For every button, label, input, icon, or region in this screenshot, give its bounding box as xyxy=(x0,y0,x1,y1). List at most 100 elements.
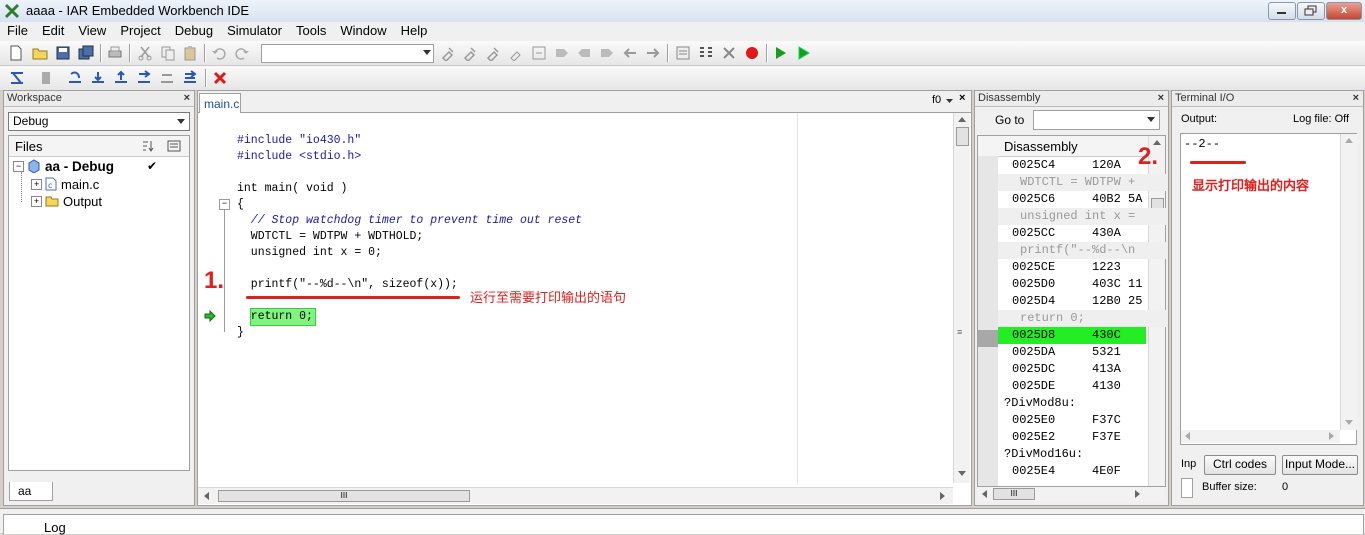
menu-window[interactable]: Window xyxy=(333,22,393,38)
minimize-button[interactable] xyxy=(1268,2,1296,20)
next-statement-icon[interactable] xyxy=(136,70,152,86)
tab-main-c[interactable]: main.c xyxy=(199,93,241,113)
disassembly-source-line[interactable]: unsigned int x = xyxy=(998,208,1168,225)
options-icon[interactable] xyxy=(167,139,181,153)
expand-icon[interactable]: + xyxy=(31,196,42,207)
disassembly-horizontal-scrollbar[interactable]: III xyxy=(977,487,1164,501)
disassembly-code-line[interactable]: 0025DE 4130 xyxy=(998,378,1146,395)
disassembly-code-line[interactable]: 0025D0 403C 11 xyxy=(998,276,1146,293)
stop-debugging-icon[interactable] xyxy=(212,70,228,86)
reset-icon[interactable] xyxy=(9,70,25,86)
fold-collapse-icon[interactable]: − xyxy=(219,199,230,210)
scroll-down-icon[interactable] xyxy=(1345,420,1353,425)
editor-horizontal-scrollbar[interactable]: III xyxy=(198,487,953,504)
workspace-tab-aa[interactable]: aa xyxy=(9,482,53,501)
function-nav-dropdown[interactable]: f0 xyxy=(932,94,941,106)
step-over-icon[interactable] xyxy=(67,70,83,86)
sort-icon[interactable] xyxy=(141,139,155,153)
goto-input[interactable] xyxy=(1033,110,1160,130)
workspace-close-icon[interactable]: × xyxy=(184,91,190,105)
menu-simulator[interactable]: Simulator xyxy=(220,22,289,38)
scroll-down-icon[interactable] xyxy=(958,471,966,476)
disassembly-code-line[interactable]: 0025DA 5321 xyxy=(998,344,1146,361)
find-next-icon[interactable] xyxy=(462,45,478,61)
stop-build-icon[interactable] xyxy=(721,45,737,61)
scroll-right-icon[interactable] xyxy=(1329,432,1334,440)
menu-tools[interactable]: Tools xyxy=(289,22,333,38)
disassembly-code-line[interactable]: 0025C6 40B2 5A xyxy=(998,191,1146,208)
disassembly-code-line[interactable]: 0025DC 413A xyxy=(998,361,1146,378)
find-icon[interactable] xyxy=(440,45,456,61)
save-all-icon[interactable] xyxy=(78,45,94,61)
print-icon[interactable] xyxy=(107,45,123,61)
go-icon[interactable] xyxy=(182,70,198,86)
disassembly-label-line[interactable]: ?DivMod16u: xyxy=(1004,446,1152,463)
goto-icon[interactable] xyxy=(531,45,547,61)
expand-icon[interactable]: + xyxy=(31,179,42,190)
editor-vertical-scrollbar[interactable]: ≡ xyxy=(953,113,970,483)
step-into-icon[interactable] xyxy=(90,70,106,86)
disassembly-current-line[interactable]: 0025D8 430C xyxy=(998,327,1146,344)
new-file-icon[interactable] xyxy=(8,45,24,61)
download-debug-icon[interactable] xyxy=(773,45,789,61)
scroll-up-icon[interactable] xyxy=(1345,138,1353,143)
scroll-left-icon[interactable] xyxy=(204,492,209,500)
step-out-icon[interactable] xyxy=(113,70,129,86)
save-icon[interactable] xyxy=(55,45,71,61)
bookmark-icon[interactable] xyxy=(554,45,570,61)
bookmark-next-icon[interactable] xyxy=(599,45,615,61)
ctrl-codes-button[interactable]: Ctrl codes xyxy=(1204,455,1276,475)
paste-icon[interactable] xyxy=(182,45,198,61)
disassembly-hscroll-thumb[interactable]: III xyxy=(993,488,1035,500)
disassembly-code-line[interactable]: 0025CC 430A xyxy=(998,225,1146,242)
break-icon[interactable] xyxy=(38,70,54,86)
disassembly-close-icon[interactable]: × xyxy=(1158,91,1164,105)
scroll-right-icon[interactable] xyxy=(1135,490,1140,498)
close-button[interactable]: x xyxy=(1326,2,1362,20)
input-mode-button[interactable]: Input Mode... xyxy=(1282,455,1358,475)
input-field[interactable] xyxy=(1181,478,1193,498)
menu-project[interactable]: Project xyxy=(113,22,167,38)
disassembly-source-line[interactable]: return 0; xyxy=(998,310,1168,327)
run-to-cursor-icon[interactable] xyxy=(159,70,175,86)
disassembly-source-line[interactable]: WDTCTL = WDTPW + xyxy=(998,174,1168,191)
restore-button[interactable] xyxy=(1297,2,1325,20)
terminal-vertical-scrollbar[interactable] xyxy=(1340,134,1357,430)
menu-file[interactable]: File xyxy=(0,22,35,38)
terminal-horizontal-scrollbar[interactable] xyxy=(1181,430,1340,443)
disassembly-source-line[interactable]: printf("--%d--\n xyxy=(998,242,1168,259)
disassembly-code-line[interactable]: 0025C4 120A xyxy=(998,157,1146,174)
find-prev-icon[interactable] xyxy=(485,45,501,61)
debug-without-download-icon[interactable] xyxy=(796,45,812,61)
menu-debug[interactable]: Debug xyxy=(168,22,220,38)
menu-help[interactable]: Help xyxy=(394,22,435,38)
nav-forward-icon[interactable] xyxy=(645,45,661,61)
find-combo[interactable] xyxy=(261,44,434,63)
collapse-icon[interactable]: − xyxy=(13,161,24,172)
replace-icon[interactable] xyxy=(508,45,524,61)
tree-item-main-c[interactable]: + c main.c xyxy=(9,176,189,193)
cut-icon[interactable] xyxy=(137,45,153,61)
editor-vscroll-thumb[interactable] xyxy=(956,127,969,146)
undo-icon[interactable] xyxy=(211,45,227,61)
open-folder-icon[interactable] xyxy=(32,45,48,61)
redo-icon[interactable] xyxy=(234,45,250,61)
editor-close-icon[interactable]: × xyxy=(959,92,965,104)
disassembly-code-line[interactable]: 0025E0 F37C xyxy=(998,412,1146,429)
disassembly-code-line[interactable]: 0025E2 F37E xyxy=(998,429,1146,446)
copy-icon[interactable] xyxy=(160,45,176,61)
menu-view[interactable]: View xyxy=(71,22,113,38)
config-select[interactable]: Debug xyxy=(8,112,190,131)
make-icon[interactable] xyxy=(698,45,714,61)
disassembly-code-line[interactable]: 0025D4 12B0 25 xyxy=(998,293,1146,310)
disassembly-code-line[interactable]: 0025CE 1223 xyxy=(998,259,1146,276)
tree-item-output[interactable]: + Output xyxy=(9,193,189,210)
scroll-left-icon[interactable] xyxy=(1185,432,1190,440)
scroll-left-icon[interactable] xyxy=(982,490,987,498)
nav-back-icon[interactable] xyxy=(622,45,638,61)
scroll-right-icon[interactable] xyxy=(940,492,945,500)
breakpoint-icon[interactable] xyxy=(744,45,760,61)
tree-item-project[interactable]: − aa - Debug ✔ xyxy=(9,158,189,176)
compile-icon[interactable] xyxy=(675,45,691,61)
editor-hscroll-thumb[interactable]: III xyxy=(218,490,470,502)
